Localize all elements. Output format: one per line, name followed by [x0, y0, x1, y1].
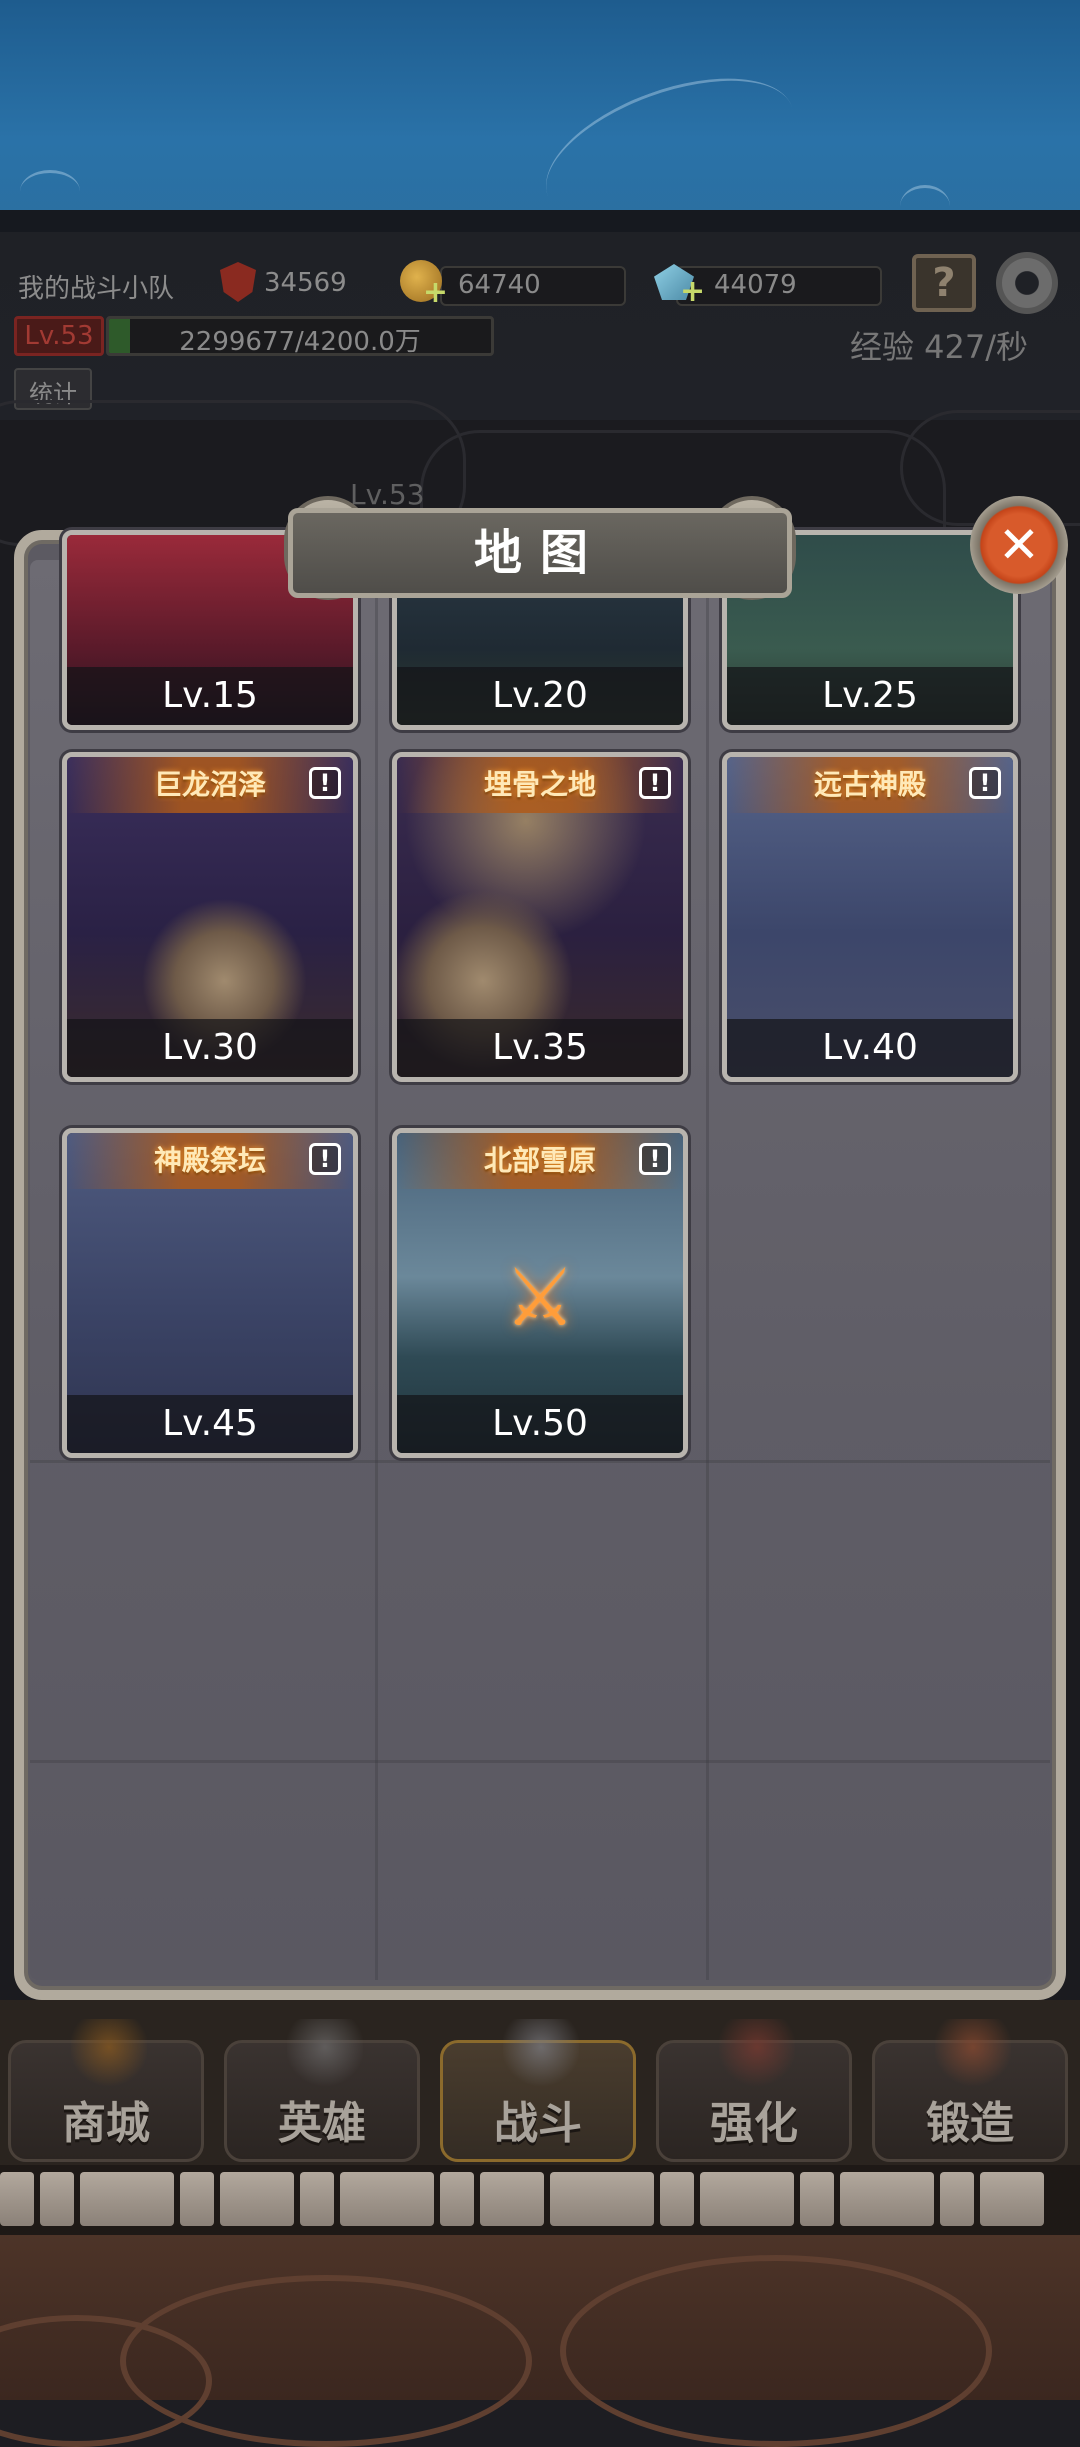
map-level: Lv.40: [822, 1027, 918, 1068]
book-question-icon[interactable]: ?: [912, 254, 976, 312]
close-button[interactable]: ✕: [970, 496, 1068, 594]
brick: [550, 2172, 654, 2226]
team-name: 我的战斗小队: [18, 274, 175, 304]
exp-progress-bar: 2299677/4200.0万: [106, 316, 494, 356]
nav-tab[interactable]: 商城: [8, 2019, 204, 2162]
info-icon[interactable]: !: [309, 767, 341, 799]
info-icon[interactable]: !: [309, 1143, 341, 1175]
nav-tab-label: 锻造: [926, 2098, 1014, 2149]
grid-line: [30, 1460, 1050, 1463]
dialog-title: 地图: [473, 525, 606, 581]
exp-progress-text: 2299677/4200.0万: [179, 327, 421, 356]
info-icon[interactable]: !: [969, 767, 1001, 799]
brick: [700, 2172, 794, 2226]
brick: [40, 2172, 74, 2226]
brick: [220, 2172, 294, 2226]
brick: [980, 2172, 1044, 2226]
nav-tab-label: 英雄: [278, 2098, 366, 2149]
info-icon[interactable]: !: [639, 767, 671, 799]
crossed-swords-icon: ⚔: [504, 1251, 576, 1344]
map-level: Lv.25: [822, 675, 918, 716]
treasure-chest-icon: [71, 2019, 147, 2089]
map-level: Lv.45: [162, 1403, 258, 1444]
brick: [300, 2172, 334, 2226]
brick: [0, 2172, 34, 2226]
hammer-icon: [719, 2019, 795, 2089]
brick: [440, 2172, 474, 2226]
top-hud: 我的战斗小队 34569 64740 + 44079 ? Lv.53 22996…: [0, 232, 1080, 422]
map-level: Lv.20: [492, 675, 588, 716]
brick: [940, 2172, 974, 2226]
background-level-tag: Lv.53: [350, 478, 425, 511]
grid-line: [30, 1760, 1050, 1763]
exp-rate: 经验 427/秒: [850, 328, 1029, 366]
map-level: Lv.15: [162, 675, 258, 716]
nav-tab[interactable]: 锻造: [872, 2019, 1068, 2162]
map-card[interactable]: 远古神殿! Lv.40: [722, 752, 1018, 1082]
map-level: Lv.35: [492, 1027, 588, 1068]
level-badge-text: Lv.53: [24, 321, 94, 351]
nav-tab[interactable]: 强化: [656, 2019, 852, 2162]
gold-value: 64740: [458, 270, 541, 300]
forge-icon: [935, 2019, 1011, 2089]
gem-plus-icon: +: [680, 274, 706, 309]
map-card[interactable]: 巨龙沼泽! Lv.30: [62, 752, 358, 1082]
ground: [0, 2235, 1080, 2447]
map-level: Lv.50: [492, 1403, 588, 1444]
gold-add-icon[interactable]: [400, 260, 448, 310]
close-icon: ✕: [998, 516, 1040, 574]
level-badge: Lv.53: [14, 316, 104, 356]
viking-helmet-icon: [287, 2019, 363, 2089]
map-level: Lv.30: [162, 1027, 258, 1068]
brick: [840, 2172, 934, 2226]
nav-tab-label: 战斗: [494, 2098, 582, 2149]
gear-icon[interactable]: [996, 252, 1058, 314]
sky-background: [0, 0, 1080, 254]
map-card[interactable]: 北部雪原! ⚔ Lv.50: [392, 1128, 688, 1458]
map-card[interactable]: 神殿祭坛! Lv.45: [62, 1128, 358, 1458]
gem-value: 44079: [714, 270, 797, 300]
brick: [800, 2172, 834, 2226]
crossed-swords-icon: [503, 2019, 579, 2089]
brick: [660, 2172, 694, 2226]
nav-tab-label: 商城: [62, 2098, 150, 2149]
nav-tab-label: 强化: [710, 2098, 798, 2149]
grid-line: [706, 560, 709, 1980]
power-value: 34569: [264, 268, 347, 298]
sky-edge: [0, 210, 1080, 234]
brick: [80, 2172, 174, 2226]
brick: [180, 2172, 214, 2226]
info-icon[interactable]: !: [639, 1143, 671, 1175]
nav-tab[interactable]: 战斗: [440, 2019, 636, 2162]
grid-line: [375, 560, 378, 1980]
brick: [480, 2172, 544, 2226]
map-card[interactable]: 埋骨之地! Lv.35: [392, 752, 688, 1082]
power-icon: [220, 262, 256, 302]
brick: [340, 2172, 434, 2226]
nav-tab[interactable]: 英雄: [224, 2019, 420, 2162]
